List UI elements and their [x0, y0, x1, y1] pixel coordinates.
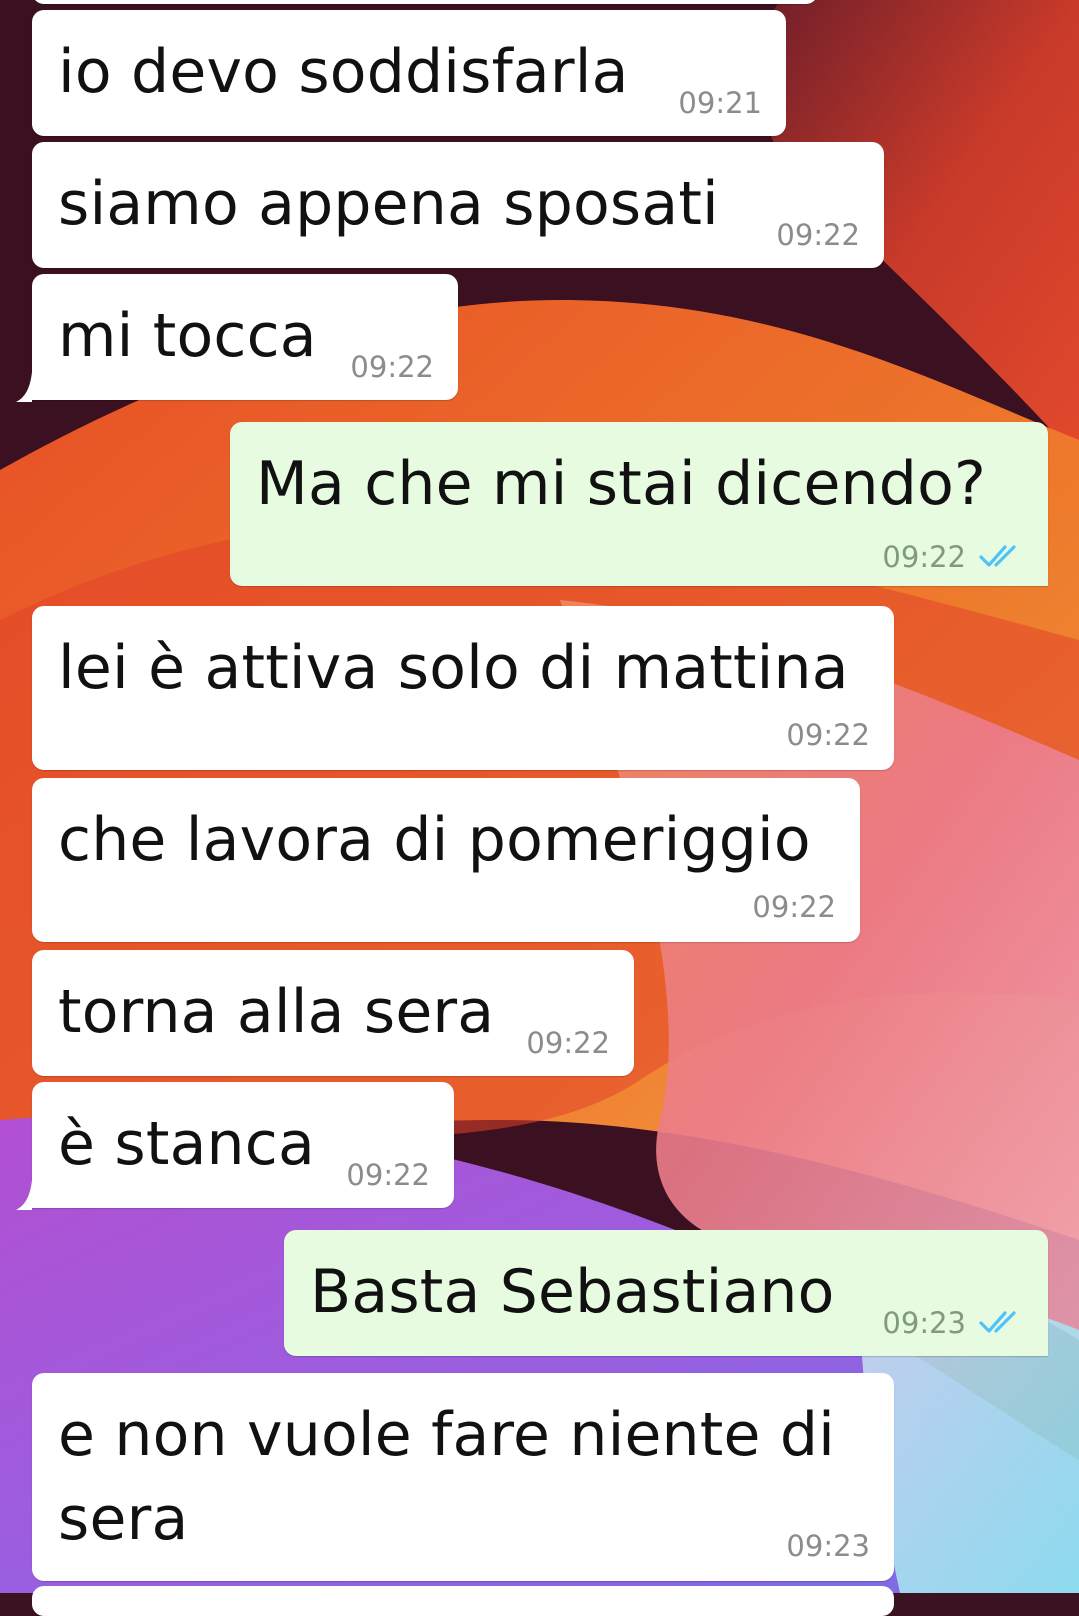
- outgoing-message-bubble[interactable]: Ma che mi stai dicendo? 09:22: [230, 422, 1048, 586]
- message-text: è stanca: [58, 1109, 315, 1179]
- bubble-tail: [16, 1180, 32, 1210]
- message-timestamp: 09:22: [882, 540, 966, 574]
- incoming-message-bubble[interactable]: mi tocca 09:22: [32, 274, 458, 400]
- message-text: e non vuole fare niente di sera: [58, 1400, 836, 1554]
- message-text: siamo appena sposati: [58, 169, 719, 239]
- message-timestamp: 09:23: [882, 1306, 966, 1340]
- message-timestamp: 09:22: [776, 218, 860, 252]
- message-timestamp: 09:22: [752, 890, 836, 924]
- message-timestamp: 09:22: [346, 1158, 430, 1192]
- message-timestamp: 09:22: [526, 1026, 610, 1060]
- incoming-message-bubble[interactable]: siamo appena sposati 09:22: [32, 142, 884, 268]
- incoming-message-bubble[interactable]: è stanca 09:22: [32, 1082, 454, 1208]
- double-check-read-icon: [979, 545, 1016, 567]
- incoming-message-bubble[interactable]: torna alla sera 09:22: [32, 950, 634, 1076]
- message-text: mi tocca: [58, 301, 317, 371]
- double-check-read-icon: [979, 1311, 1016, 1333]
- incoming-message-bubble[interactable]: io devo soddisfarla 09:21: [32, 10, 786, 136]
- bubble-tail: [16, 372, 32, 402]
- partial-message-bubble: [32, 1586, 894, 1616]
- incoming-message-bubble[interactable]: che lavora di pomeriggio 09:22: [32, 778, 860, 942]
- outgoing-message-bubble[interactable]: Basta Sebastiano 09:23: [284, 1230, 1048, 1356]
- message-text: io devo soddisfarla: [58, 37, 629, 107]
- incoming-message-bubble[interactable]: e non vuole fare niente di sera 09:23: [32, 1373, 894, 1581]
- message-timestamp: 09:22: [350, 350, 434, 384]
- message-timestamp: 09:22: [786, 718, 870, 752]
- message-text: torna alla sera: [58, 977, 495, 1047]
- incoming-message-bubble[interactable]: lei è attiva solo di mattina 09:22: [32, 606, 894, 770]
- message-text: che lavora di pomeriggio: [58, 805, 811, 875]
- message-timestamp: 09:21: [678, 86, 762, 120]
- message-timestamp: 09:23: [786, 1529, 870, 1563]
- message-text: Basta Sebastiano: [310, 1257, 835, 1327]
- partial-message-bubble: [32, 0, 818, 4]
- message-text: lei è attiva solo di mattina: [58, 633, 849, 703]
- message-text: Ma che mi stai dicendo?: [256, 449, 987, 519]
